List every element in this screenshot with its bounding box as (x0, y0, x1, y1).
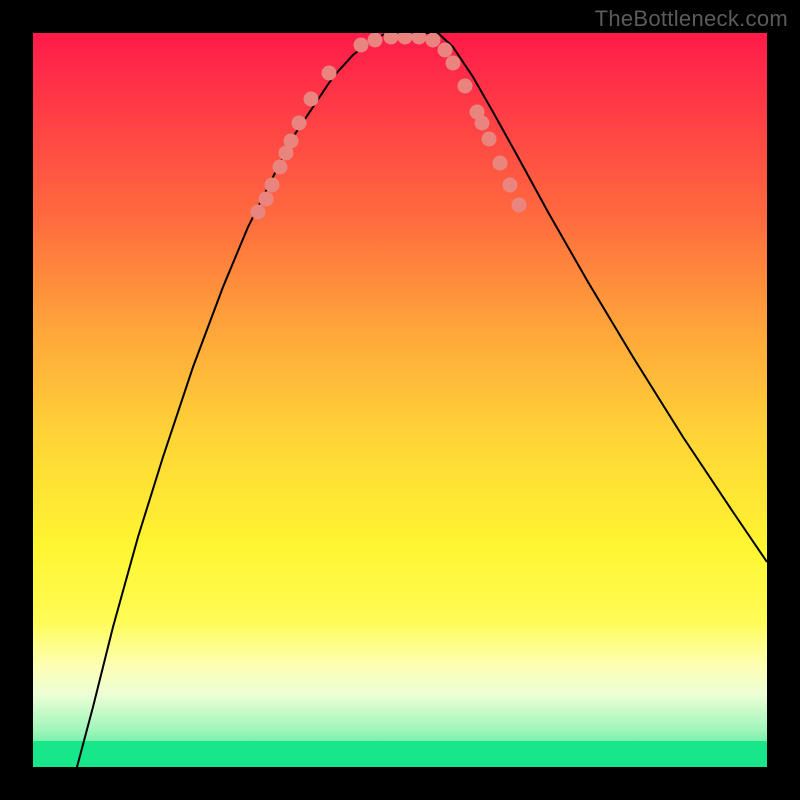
marker-dot (259, 192, 274, 207)
marker-dot (493, 156, 508, 171)
marker-dot (304, 92, 319, 107)
marker-dot (251, 205, 266, 220)
marker-dot (265, 178, 280, 193)
marker-dot (398, 33, 413, 45)
marker-dot (273, 160, 288, 175)
marker-dot (475, 116, 490, 131)
marker-dot (322, 66, 337, 81)
marker-dot (512, 198, 527, 213)
marker-dot (284, 134, 299, 149)
marker-dot (482, 132, 497, 147)
marker-dot (368, 33, 383, 48)
marker-dot (412, 33, 427, 45)
marker-dot (438, 43, 453, 58)
marker-dot (458, 79, 473, 94)
marker-dot (503, 178, 518, 193)
marker-dot (446, 56, 461, 71)
marker-dot (426, 33, 441, 48)
marker-dot (384, 33, 399, 45)
watermark-text: TheBottleneck.com (595, 6, 788, 32)
marker-dots (33, 33, 767, 767)
marker-dot (292, 116, 307, 131)
marker-dot (354, 38, 369, 53)
chart-frame: TheBottleneck.com (0, 0, 800, 800)
